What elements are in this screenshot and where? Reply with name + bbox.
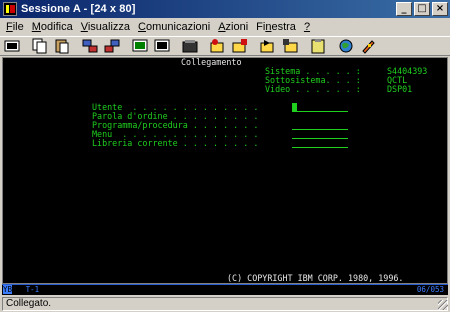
key-icon[interactable]: [360, 38, 376, 54]
menu-file[interactable]: File: [2, 21, 28, 33]
record-macro-icon[interactable]: [182, 38, 198, 54]
window-controls: _ □ ×: [394, 2, 448, 16]
text-cursor: [292, 103, 297, 111]
menu-azioni[interactable]: Azioni: [214, 21, 252, 33]
oia-status: YB T-1: [3, 285, 40, 294]
minimize-button[interactable]: _: [396, 2, 412, 16]
title-bar: Sessione A - [24 x 80] _ □ ×: [0, 0, 450, 18]
menu-visualizza[interactable]: Visualizza: [77, 21, 134, 33]
globe-icon[interactable]: [338, 38, 354, 54]
video-value: DSP01: [387, 84, 413, 94]
display-icon[interactable]: [132, 38, 148, 54]
maximize-button[interactable]: □: [414, 2, 430, 16]
library-label: Libreria corrente . . . . . . . .: [92, 138, 259, 148]
paste-icon[interactable]: [54, 38, 70, 54]
print-screen-icon[interactable]: [4, 38, 20, 54]
menu-modifica[interactable]: Modifica: [28, 21, 77, 33]
copyright-text: (C) COPYRIGHT IBM CORP. 1980, 1996.: [227, 273, 404, 283]
video-label: Video . . . . . . :: [265, 84, 361, 94]
library-field[interactable]: [292, 147, 348, 148]
user-field[interactable]: [292, 111, 348, 112]
resize-grip-icon[interactable]: [438, 300, 448, 310]
close-button[interactable]: ×: [432, 2, 448, 16]
menu-help[interactable]: ?: [300, 21, 314, 33]
toolbar: [0, 36, 450, 56]
terminal-screen[interactable]: Collegamento Sistema . . . . . : S440439…: [2, 57, 448, 284]
quick-macro-icon[interactable]: [282, 38, 298, 54]
screen-title: Collegamento: [181, 57, 242, 67]
program-field[interactable]: [292, 129, 348, 130]
status-text: Collegato.: [2, 297, 448, 311]
status-bar: Collegato.: [0, 296, 450, 312]
keypad-icon[interactable]: [154, 38, 170, 54]
play-macro-icon[interactable]: [210, 38, 226, 54]
clipboard-icon[interactable]: [310, 38, 326, 54]
macro-run-icon[interactable]: [260, 38, 276, 54]
copy-icon[interactable]: [32, 38, 48, 54]
cursor-position: 06/053: [416, 285, 444, 294]
menu-finestra[interactable]: Finestra: [252, 21, 300, 33]
operator-info-area: YB T-1 06/053: [2, 284, 448, 295]
app-icon[interactable]: [3, 2, 17, 16]
menu-field[interactable]: [292, 138, 348, 139]
window-title: Sessione A - [24 x 80]: [21, 3, 136, 15]
send-icon[interactable]: [82, 38, 98, 54]
receive-icon[interactable]: [104, 38, 120, 54]
stop-macro-icon[interactable]: [232, 38, 248, 54]
menu-comunicazioni[interactable]: Comunicazioni: [134, 21, 214, 33]
menu-bar: File Modifica Visualizza Comunicazioni A…: [0, 18, 450, 36]
